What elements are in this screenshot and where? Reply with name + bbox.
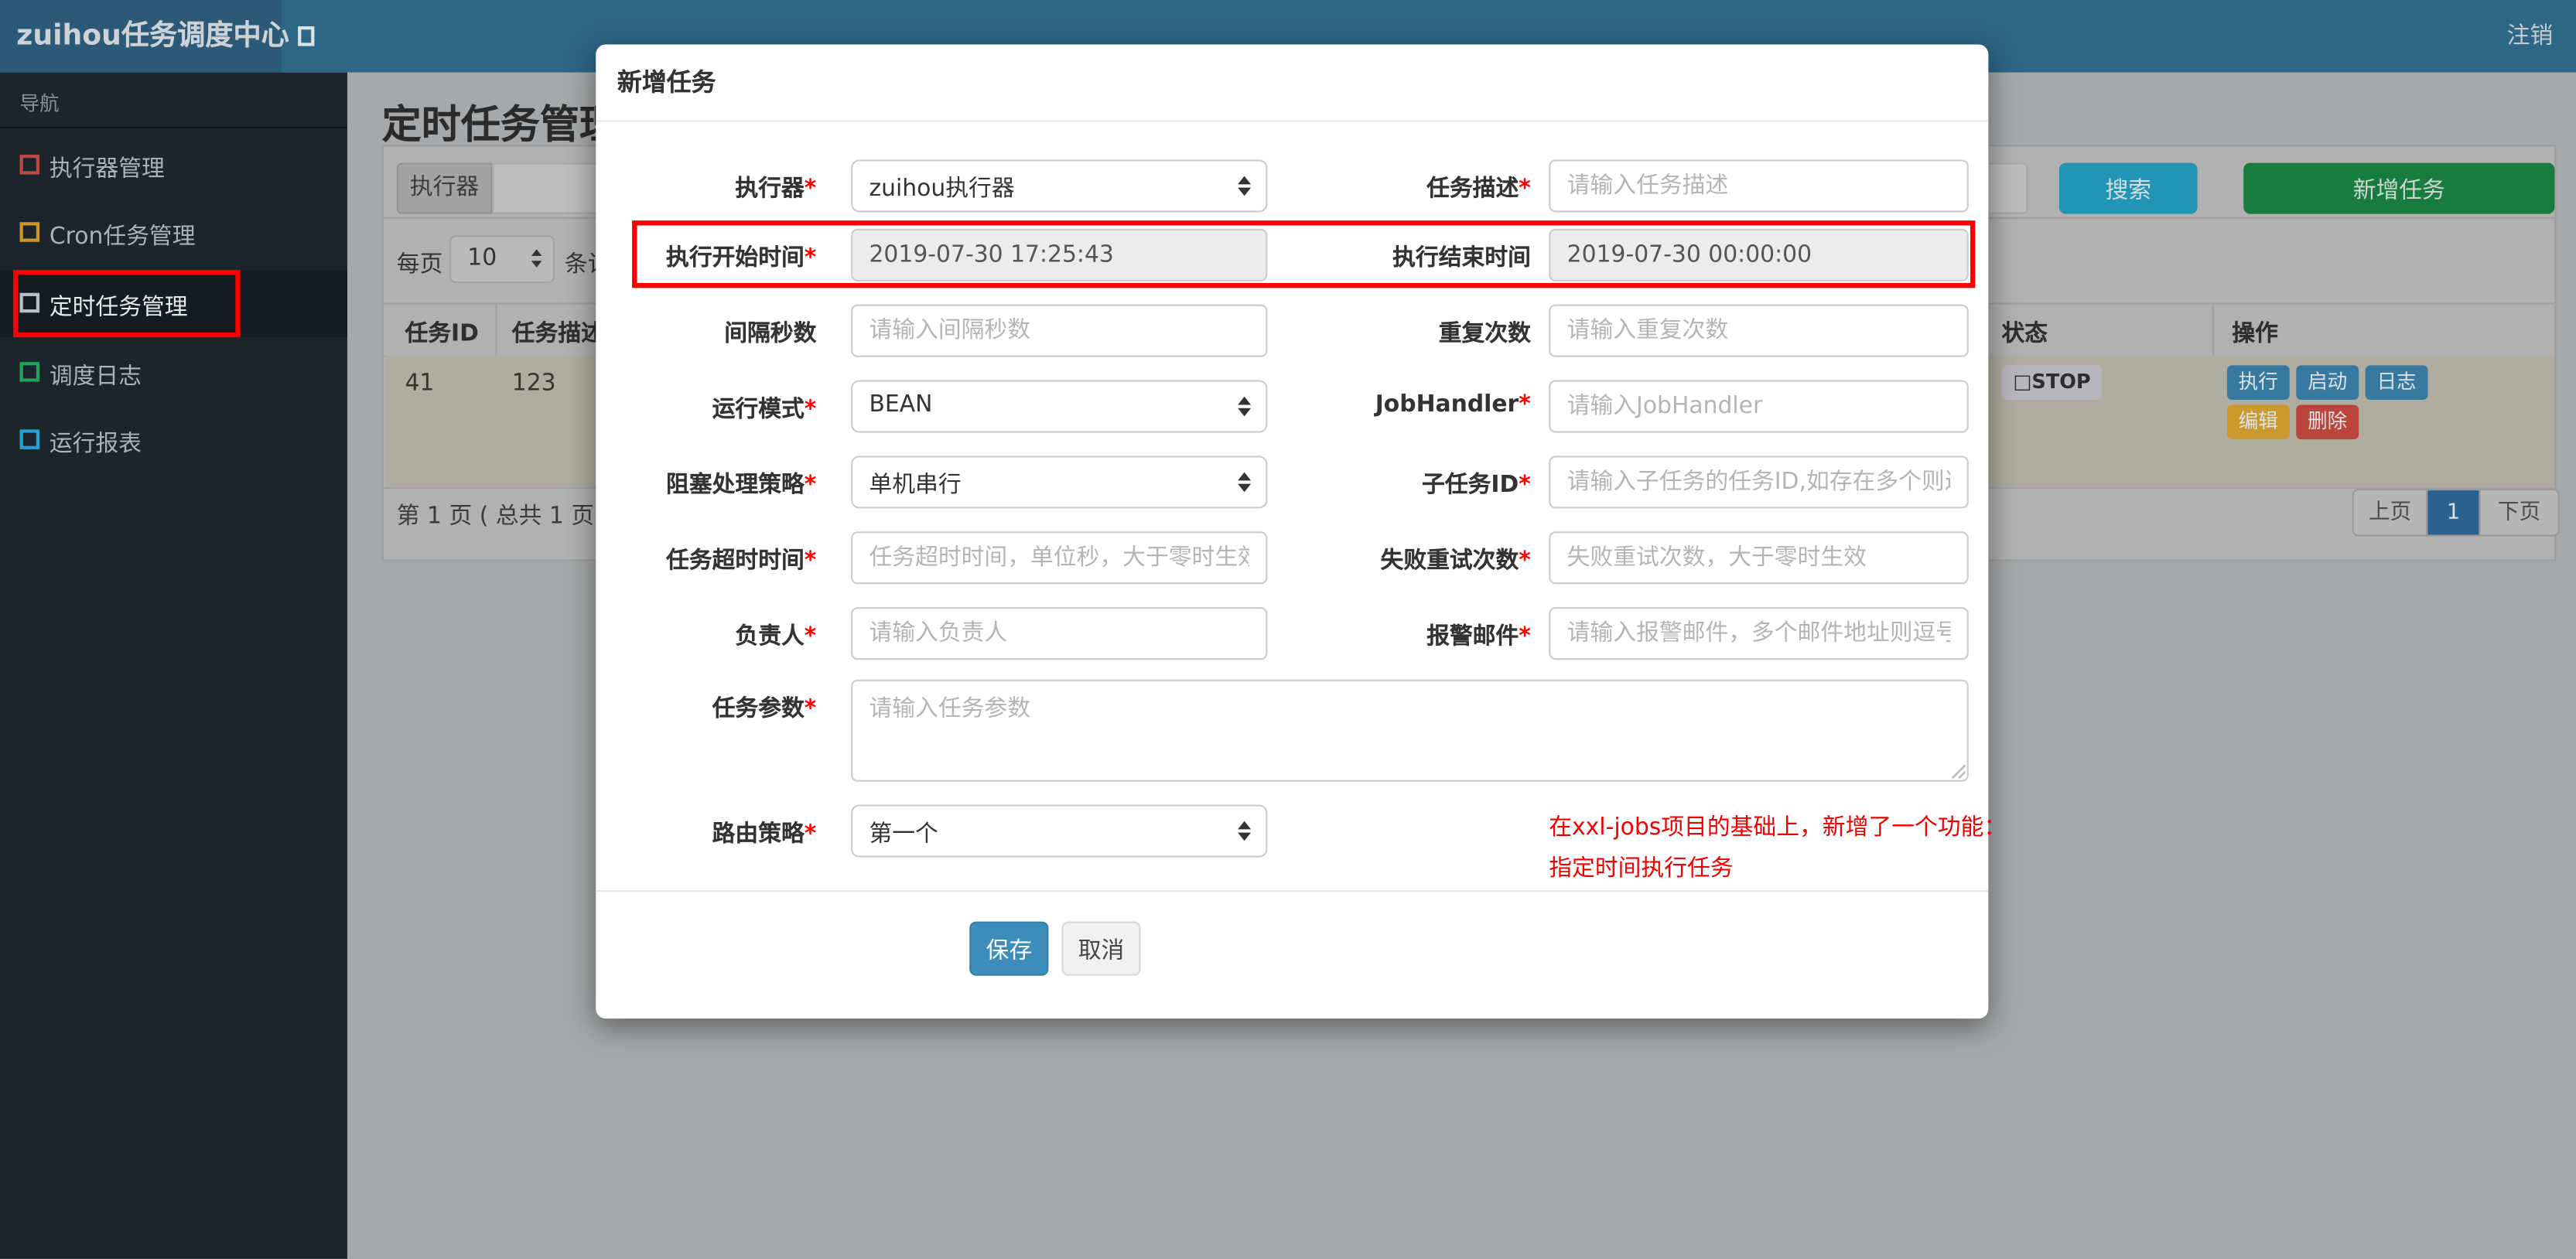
run-button[interactable]: 执行 [2226,365,2290,401]
jobhandler-field[interactable] [1549,380,1969,433]
field-label-task-timeout: 任务超时时间* [666,548,817,575]
task-params-textarea[interactable] [851,679,1969,782]
feature-note-line1: 在xxl-jobs项目的基础上，新增了一个功能： [1549,814,2007,841]
sidebar-toggle-icon[interactable] [298,26,315,46]
fail-retry-count-field[interactable] [1549,531,1969,585]
col-header-task-desc: 任务描述 [511,320,604,347]
pagination-summary: 第 1 页 ( 总共 1 页, 1 [396,503,624,531]
pagination-prev[interactable]: 上页 [2354,490,2427,534]
block-strategy-value: 单机串行 [869,472,962,499]
sidebar-item-label: 定时任务管理 [49,294,188,321]
field-label-repeat-count: 重复次数 [1438,320,1531,347]
run-mode-value: BEAN [869,391,933,418]
run-mode-select[interactable]: BEAN [851,380,1268,433]
start-button[interactable]: 启动 [2296,365,2359,401]
page-title: 定时任务管理 [381,101,620,148]
modal-title: 新增任务 [617,67,716,97]
field-label-jobhandler: JobHandler* [1375,391,1531,418]
start-time-field[interactable]: 2019-07-30 17:25:43 [851,228,1268,281]
executor-select[interactable]: zuihou执行器 [851,159,1268,213]
field-label-block-strategy: 阻塞处理策略* [666,472,817,499]
delete-button[interactable]: 删除 [2296,404,2359,440]
sidebar-item-run-report[interactable]: 运行报表 [0,407,347,474]
sidebar-item-executor-manage[interactable]: 执行器管理 [0,131,347,199]
feature-note-line2: 指定时间执行任务 [1549,855,1734,882]
add-task-modal: 新增任务 执行器* zuihou执行器 任务描述* 执行开始时间* 2019-0… [596,44,2007,1019]
block-strategy-select[interactable]: 单机串行 [851,455,1268,509]
sidebar-item-label: 调度日志 [49,363,142,391]
col-header-status: 状态 [2001,320,2048,347]
sidebar-item-dispatch-log[interactable]: 调度日志 [0,339,347,406]
select-caret-icon [1238,396,1252,417]
select-caret-icon [1238,176,1252,196]
square-icon [19,155,40,175]
modal-header-divider [596,120,1989,122]
select-caret-icon [1238,472,1252,493]
square-icon [19,222,40,242]
sidebar-item-label: 执行器管理 [49,156,165,183]
select-caret-icon [1238,821,1252,841]
col-header-task-id: 任务ID [405,320,479,347]
task-timeout-field[interactable] [851,531,1268,585]
edit-button[interactable]: 编辑 [2226,404,2290,440]
interval-seconds-field[interactable] [851,304,1268,357]
field-label-route-strategy: 路由策略* [712,821,817,848]
col-header-actions: 操作 [2232,320,2278,347]
task-desc-field[interactable] [1549,159,1969,213]
square-icon [19,429,40,449]
field-label-fail-retry-count: 失败重试次数* [1380,548,1531,575]
owner-field[interactable] [851,607,1268,660]
field-label-run-mode: 运行模式* [712,396,817,423]
modal-footer-divider [596,890,1989,892]
pagination: 上页 1 下页 [2352,488,2560,537]
field-label-start-time: 执行开始时间* [666,245,817,272]
field-label-alarm-email: 报警邮件* [1426,623,1531,650]
log-button[interactable]: 日志 [2365,365,2428,401]
brand-title: zuihou任务调度中心 [0,0,289,73]
add-task-button[interactable]: 新增任务 [2243,162,2555,214]
pagination-next[interactable]: 下页 [2479,490,2557,535]
field-label-executor: 执行器* [735,176,817,203]
field-label-interval-seconds: 间隔秒数 [724,320,817,347]
cell-task-id: 41 [405,370,435,397]
field-label-end-time: 执行结束时间 [1392,245,1531,272]
sidebar: 导航 执行器管理 Cron任务管理 定时任务管理 调度日志 运行报表 [0,72,347,1259]
alarm-email-field[interactable] [1549,607,1969,660]
per-page-prefix: 每页 [396,251,443,278]
pagination-page-1[interactable]: 1 [2426,490,2479,535]
sidebar-divider [0,126,347,128]
end-time-field[interactable]: 2019-07-30 00:00:00 [1549,228,1969,281]
per-page-select[interactable]: 10 [449,235,555,283]
repeat-count-field[interactable] [1549,304,1969,357]
sidebar-item-label: 运行报表 [49,431,142,458]
field-label-task-desc: 任务描述* [1426,176,1531,203]
field-label-task-params: 任务参数* [712,696,817,723]
cancel-button[interactable]: 取消 [1061,921,1141,976]
executor-select-value: zuihou执行器 [869,176,1015,203]
sidebar-item-scheduled-task-manage[interactable]: 定时任务管理 [0,269,347,338]
cell-task-desc: 123 [511,370,556,397]
field-label-owner: 负责人* [735,623,817,650]
field-label-child-task-id: 子任务ID* [1422,472,1531,499]
search-button[interactable]: 搜索 [2058,162,2198,214]
app-canvas: zuihou任务调度中心 注销 导航 执行器管理 Cron任务管理 定时任务管理… [0,0,2576,1259]
logout-link[interactable]: 注销 [2507,0,2554,73]
sidebar-nav-label: 导航 [19,92,60,115]
route-strategy-value: 第一个 [869,821,938,848]
sidebar-item-cron-task-manage[interactable]: Cron任务管理 [0,199,347,266]
per-page-value: 10 [467,245,497,272]
sidebar-item-label: Cron任务管理 [49,223,196,251]
save-button[interactable]: 保存 [969,921,1049,976]
square-icon [19,292,40,313]
route-strategy-select[interactable]: 第一个 [851,804,1268,858]
executor-filter-addon: 执行器 [396,162,493,214]
child-task-id-field[interactable] [1549,455,1969,509]
status-badge: □STOP [2001,365,2103,401]
square-icon [19,362,40,382]
